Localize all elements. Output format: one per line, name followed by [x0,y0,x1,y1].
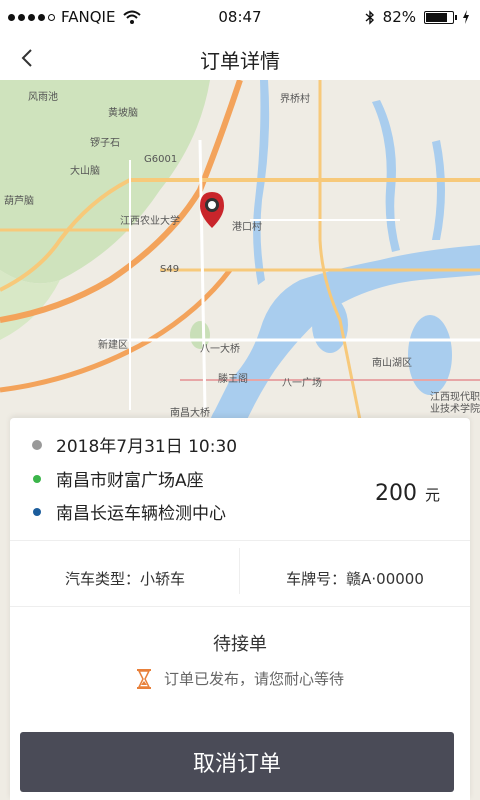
svg-text:八一广场: 八一广场 [282,376,322,389]
svg-text:大山脑: 大山脑 [70,164,100,177]
svg-text:锣子石: 锣子石 [90,136,120,149]
origin-row: 南昌市财富广场A座 [10,466,204,491]
order-status: 待接单 [213,634,267,655]
order-datetime: 2018年7月31日 10:30 [56,437,238,457]
svg-text:八一大桥: 八一大桥 [200,342,240,355]
svg-text:江西农业大学: 江西农业大学 [120,214,180,227]
status-note: 订单已发布，请您耐心等待 [163,670,344,688]
cancel-order-button[interactable]: 取消订单 [20,732,454,792]
svg-text:新建区: 新建区 [98,338,128,351]
destination-address: 南昌长运车辆检测中心 [56,504,226,524]
order-card: 2018年7月31日 10:30 南昌市财富广场A座 南昌长运车辆检测中心 20… [10,418,470,800]
bluetooth-icon [365,9,374,25]
svg-text:G6001: G6001 [144,154,177,165]
price-value: 200 [374,481,417,506]
origin-address: 南昌市财富广场A座 [56,471,204,491]
car-type: 汽车类型：小轿车 [64,569,185,588]
page-title: 订单详情 [200,49,280,73]
hourglass-icon [136,668,151,689]
destination-dot-icon [33,507,41,516]
divider [10,540,470,541]
svg-text:风雨池: 风雨池 [28,90,58,103]
status-bar: FANQIE 08:47 82% [0,0,480,34]
svg-text:江西现代职: 江西现代职 [430,391,480,403]
battery-icon [424,10,457,24]
origin-dot-icon [33,474,41,483]
svg-text:港口村: 港口村 [232,220,262,233]
license-plate: 车牌号：赣A·00000 [286,569,424,588]
svg-text:滕王阁: 滕王阁 [218,372,248,385]
order-price: 200 元 [375,481,440,506]
battery-percent: 82% [382,8,416,26]
svg-text:界桥村: 界桥村 [280,92,310,105]
svg-text:黄坡脑: 黄坡脑 [108,106,138,119]
svg-text:S49: S49 [160,264,179,275]
status-note-row: 订单已发布，请您耐心等待 [10,668,470,689]
datetime-row: 2018年7月31日 10:30 [10,432,237,457]
nav-bar: 订单详情 [0,34,480,81]
charging-icon [463,10,469,24]
clock-icon [32,439,42,450]
svg-text:葫芦脑: 葫芦脑 [4,194,34,207]
destination-row: 南昌长运车辆检测中心 [10,499,226,524]
divider [10,606,470,607]
price-unit: 元 [424,486,440,504]
svg-text:业技术学院: 业技术学院 [430,402,480,415]
svg-text:南山湖区: 南山湖区 [372,356,412,369]
